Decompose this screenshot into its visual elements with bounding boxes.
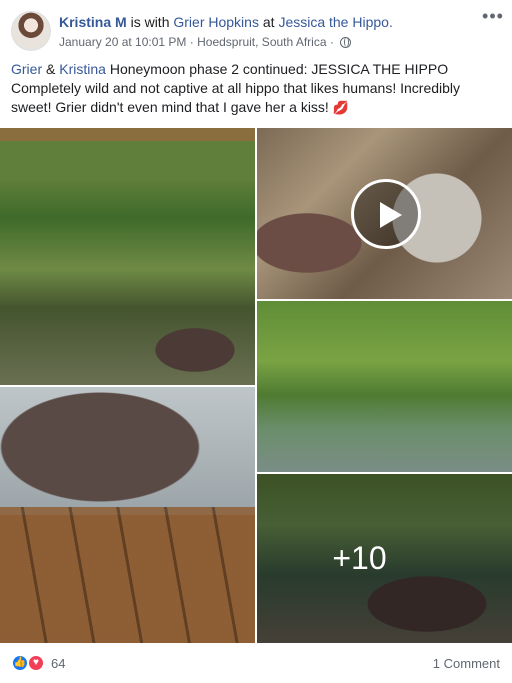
photo-feeding-hippo[interactable] (0, 128, 255, 385)
mention-grier[interactable]: Grier (11, 61, 42, 77)
post-location[interactable]: Hoedspruit, South Africa (197, 35, 326, 49)
reaction-count[interactable]: 64 (51, 656, 65, 671)
post-date[interactable]: January 20 at 10:01 PM (59, 35, 186, 49)
kiss-emoji-icon: 💋 (332, 100, 349, 115)
at-text: at (262, 14, 275, 30)
photo-kiss-hippo[interactable]: +10 (257, 474, 512, 643)
more-photos-count[interactable]: +10 (257, 474, 512, 643)
photo-hippo-closeup[interactable] (0, 387, 255, 643)
deck-planks (0, 507, 255, 643)
meta-separator-2: · (329, 35, 334, 49)
photo-grid: +10 (0, 128, 512, 643)
with-text: is with (130, 14, 170, 30)
globe-icon[interactable] (340, 37, 352, 48)
comment-count[interactable]: 1 Comment (433, 656, 500, 671)
post-meta: January 20 at 10:01 PM · Hoedspruit, Sou… (59, 35, 352, 49)
video-thumbnail[interactable] (257, 128, 512, 299)
avatar[interactable] (11, 11, 51, 51)
love-reaction-icon: ♥ (27, 654, 45, 672)
tagged-person-link[interactable]: Grier Hopkins (173, 14, 259, 30)
place-link[interactable]: Jessica the Hippo. (278, 14, 392, 30)
text-amp: & (42, 61, 60, 77)
post-footer: 👍 ♥ 64 1 Comment (0, 643, 512, 683)
play-icon[interactable] (351, 179, 421, 249)
photo-river-couple[interactable] (257, 301, 512, 472)
post-header: Kristina M is with Grier Hopkins at Jess… (0, 0, 512, 56)
mention-kristina[interactable]: Kristina (59, 61, 106, 77)
post-text: Grier & Kristina Honeymoon phase 2 conti… (11, 60, 501, 117)
more-options-button[interactable]: ••• (482, 7, 504, 28)
author-link[interactable]: Kristina M (59, 14, 127, 30)
post-title-line: Kristina M is with Grier Hopkins at Jess… (59, 13, 393, 31)
meta-separator: · (189, 35, 194, 49)
